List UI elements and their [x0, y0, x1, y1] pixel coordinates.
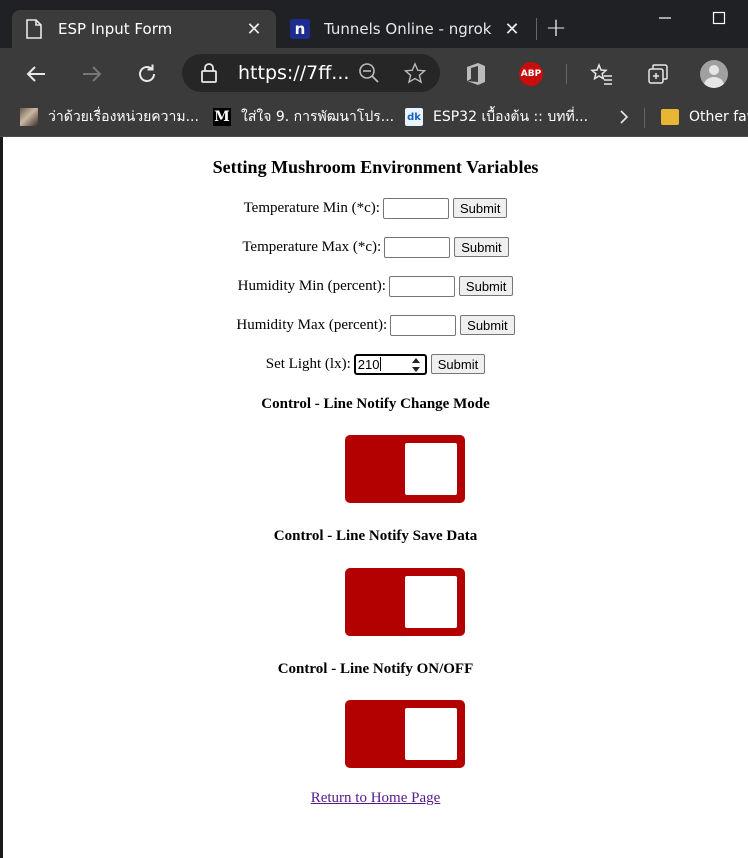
temperature-min-row: Temperature Min (*c): Submit — [3, 197, 748, 219]
avatar — [700, 60, 728, 88]
temperature-max-row: Temperature Max (*c): Submit — [3, 236, 748, 258]
back-icon[interactable] — [20, 58, 52, 90]
control-change-mode-title: Control - Line Notify Change Mode — [261, 396, 490, 412]
toggle-knob — [405, 576, 457, 628]
forward-icon[interactable] — [76, 58, 108, 90]
set-light-submit-button[interactable]: Submit — [430, 354, 486, 374]
photo-icon — [20, 108, 38, 126]
new-tab-button[interactable]: + — [542, 13, 570, 43]
medium-icon: M — [213, 108, 231, 126]
star-icon[interactable] — [403, 62, 427, 88]
humidity-max-input[interactable] — [390, 314, 457, 336]
humidity-min-row: Humidity Min (percent): Submit — [3, 275, 748, 297]
page-content: Setting Mushroom Environment Variables T… — [0, 137, 748, 858]
site-icon: dk — [405, 108, 423, 126]
field-label: Humidity Max (percent): — [236, 316, 388, 333]
tab-title: ESP Input Form — [58, 20, 173, 38]
tab-esp-input-form[interactable]: ESP Input Form ✕ — [12, 10, 276, 48]
set-light-input[interactable]: 210 — [353, 353, 427, 375]
bookmark-folder-other[interactable]: Other fav — [661, 106, 748, 128]
toolbar-divider — [566, 64, 567, 84]
tab-strip: ESP Input Form ✕ n Tunnels Online - ngro… — [0, 0, 748, 48]
bookmarks-divider — [644, 108, 645, 128]
close-icon[interactable]: ✕ — [242, 17, 266, 41]
address-bar[interactable]: https://7ff... — [182, 54, 440, 92]
field-label: Temperature Min (*c): — [243, 199, 380, 216]
chevron-right-icon[interactable] — [614, 106, 634, 128]
home-link-row: Return to Home Page — [3, 790, 748, 807]
return-home-link[interactable]: Return to Home Page — [311, 790, 441, 806]
temperature-min-submit-button[interactable]: Submit — [452, 198, 508, 218]
bookmark-item[interactable]: ว่าด้วยเรื่องหน่วยความ... — [20, 106, 199, 128]
bookmark-label: ESP32 เบื้องต้น :: บทที่... — [433, 109, 589, 125]
lock-icon[interactable] — [200, 62, 218, 88]
url-text: https://7ff... — [238, 62, 350, 84]
profile-icon[interactable] — [698, 58, 730, 90]
humidity-max-submit-button[interactable]: Submit — [460, 315, 515, 335]
close-icon[interactable]: ✕ — [500, 17, 524, 41]
humidity-min-submit-button[interactable]: Submit — [458, 276, 514, 296]
text-caret — [380, 357, 382, 371]
tab-divider — [536, 18, 537, 40]
toggle-knob — [405, 708, 457, 760]
zoom-icon[interactable] — [358, 62, 380, 88]
page-icon — [24, 19, 44, 39]
humidity-min-input[interactable] — [388, 275, 455, 297]
favorites-icon[interactable] — [586, 58, 618, 90]
temperature-max-submit-button[interactable]: Submit — [454, 237, 509, 257]
bookmark-label: Other fav — [689, 109, 748, 125]
humidity-max-row: Humidity Max (percent): Submit — [3, 314, 748, 336]
folder-icon — [661, 109, 679, 125]
control-on-off-title: Control - Line Notify ON/OFF — [277, 661, 474, 677]
save-data-toggle[interactable] — [345, 568, 465, 636]
page-title: Setting Mushroom Environment Variables — [212, 157, 539, 177]
notify-on-off-toggle[interactable] — [345, 700, 465, 768]
ngrok-icon: n — [290, 19, 310, 39]
set-light-row: Set Light (lx): 210 Submit — [3, 353, 748, 375]
number-spinner-icon[interactable] — [411, 357, 422, 372]
toggle-knob — [405, 443, 457, 495]
temperature-max-input[interactable] — [384, 236, 451, 258]
temperature-min-input[interactable] — [382, 197, 449, 219]
set-light-value: 210 — [357, 356, 380, 372]
bookmarks-bar: ว่าด้วยเรื่องหน่วยความ... M ใส่ใจ 9. การ… — [0, 98, 748, 137]
office-icon[interactable] — [460, 58, 492, 90]
tab-title: Tunnels Online - ngrok — [324, 20, 492, 38]
refresh-icon[interactable] — [131, 58, 163, 90]
bookmark-label: ใส่ใจ 9. การพัฒนาโปร... — [241, 109, 395, 125]
adblock-icon[interactable]: ABP — [515, 58, 547, 90]
field-label: Humidity Min (percent): — [237, 277, 386, 294]
bookmark-item[interactable]: M ใส่ใจ 9. การพัฒนาโปร... — [213, 106, 394, 128]
minimize-icon[interactable] — [650, 6, 680, 30]
field-label: Set Light (lx): — [265, 355, 351, 372]
bookmark-item[interactable]: dk ESP32 เบื้องต้น :: บทที่... — [405, 106, 588, 128]
browser-toolbar: https://7ff... ABP — [0, 48, 748, 98]
tab-ngrok[interactable]: n Tunnels Online - ngrok ✕ — [278, 10, 534, 48]
collections-icon[interactable] — [642, 58, 674, 90]
field-label: Temperature Max (*c): — [242, 238, 382, 255]
bookmark-label: ว่าด้วยเรื่องหน่วยความ... — [48, 109, 199, 125]
control-save-data-title: Control - Line Notify Save Data — [273, 528, 478, 544]
change-mode-toggle[interactable] — [345, 435, 465, 503]
maximize-icon[interactable] — [704, 6, 734, 30]
browser-chrome: ESP Input Form ✕ n Tunnels Online - ngro… — [0, 0, 748, 137]
